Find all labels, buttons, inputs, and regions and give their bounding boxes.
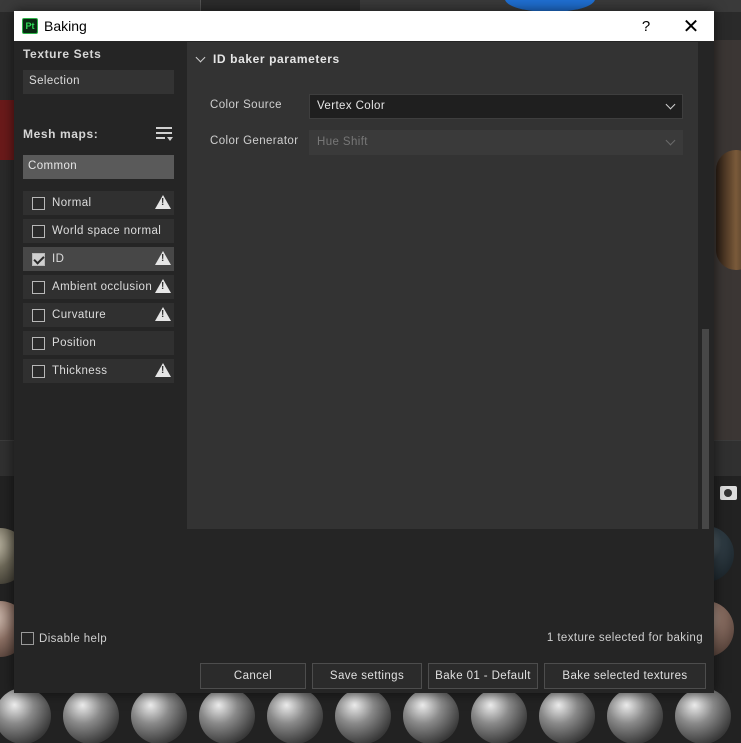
material-sphere[interactable] [471, 688, 527, 743]
mesh-map-label: Thickness [52, 365, 108, 377]
material-sphere[interactable] [675, 688, 731, 743]
help-button[interactable]: ? [624, 11, 668, 41]
warning-icon [155, 307, 171, 321]
baking-dialog: Pt Baking ? ✕ Texture Sets Selection Mes… [14, 11, 714, 693]
warning-icon [155, 363, 171, 377]
chevron-down-icon [665, 135, 676, 146]
mesh-map-position[interactable]: Position [23, 331, 174, 355]
mesh-map-curvature[interactable]: Curvature [23, 303, 174, 327]
save-settings-button[interactable]: Save settings [312, 663, 422, 689]
app-background: Pt Baking ? ✕ Texture Sets Selection Mes… [0, 0, 741, 743]
color-source-label: Color Source [210, 99, 282, 111]
title-bar[interactable]: Pt Baking ? ✕ [14, 11, 714, 41]
id-baker-parameters-header[interactable]: ID baker parameters [195, 52, 340, 66]
ambient-occlusion-checkbox[interactable] [32, 280, 45, 294]
bake-selected-textures-button[interactable]: Bake selected textures [544, 663, 706, 689]
warning-icon [155, 251, 171, 265]
material-sphere[interactable] [199, 688, 255, 743]
close-icon[interactable]: ✕ [669, 11, 713, 41]
color-generator-select: Hue Shift [309, 130, 683, 155]
window-title: Baking [44, 18, 87, 34]
warning-icon [155, 195, 171, 209]
id-checkbox[interactable] [32, 252, 45, 266]
color-source-select[interactable]: Vertex Color [309, 94, 683, 119]
bake-default-button[interactable]: Bake 01 - Default [428, 663, 538, 689]
mesh-map-normal[interactable]: Normal [23, 191, 174, 215]
mesh-map-label: Normal [52, 197, 92, 209]
mesh-map-thickness[interactable]: Thickness [23, 359, 174, 383]
parameters-title: ID baker parameters [213, 52, 340, 66]
world-space-normal-checkbox[interactable] [32, 224, 45, 238]
warning-icon [155, 279, 171, 293]
material-sphere[interactable] [607, 688, 663, 743]
mesh-map-ambient-occlusion[interactable]: Ambient occlusion [23, 275, 174, 299]
chevron-down-icon [195, 52, 206, 63]
thickness-checkbox[interactable] [32, 364, 45, 378]
disable-help-label: Disable help [39, 632, 108, 645]
chevron-down-icon [665, 99, 676, 110]
mesh-map-world-space-normal[interactable]: World space normal [23, 219, 174, 243]
color-source-value: Vertex Color [317, 100, 386, 112]
material-sphere[interactable] [335, 688, 391, 743]
mesh-maps-title: Mesh maps: [23, 127, 99, 141]
mesh-map-id[interactable]: ID [23, 247, 174, 271]
texture-set-selection[interactable]: Selection [23, 70, 174, 94]
baker-parameters-panel: ID baker parameters Color Source Vertex … [187, 42, 698, 529]
mesh-map-label: Position [52, 337, 97, 349]
position-checkbox[interactable] [32, 336, 45, 350]
material-sphere[interactable] [131, 688, 187, 743]
color-generator-value: Hue Shift [317, 136, 368, 148]
cancel-button[interactable]: Cancel [200, 663, 306, 689]
viewport-edge [0, 100, 14, 160]
normal-checkbox[interactable] [32, 196, 45, 210]
mesh-map-label: Ambient occlusion [52, 281, 153, 293]
app-icon: Pt [22, 18, 38, 34]
mesh-map-label: ID [52, 253, 65, 265]
material-sphere[interactable] [0, 688, 51, 743]
material-sphere[interactable] [539, 688, 595, 743]
material-sphere[interactable] [63, 688, 119, 743]
material-sphere[interactable] [403, 688, 459, 743]
mesh-map-group-common[interactable]: Common [23, 155, 174, 179]
material-sphere[interactable] [267, 688, 323, 743]
mesh-map-label: Curvature [52, 309, 107, 321]
bake-status-text: 1 texture selected for baking [546, 632, 703, 644]
scrollbar[interactable] [702, 329, 709, 529]
disable-help-checkbox[interactable] [21, 632, 34, 645]
disable-help-toggle[interactable]: Disable help [21, 632, 107, 645]
camera-icon[interactable] [720, 486, 737, 500]
curvature-checkbox[interactable] [32, 308, 45, 322]
texture-sets-title: Texture Sets [23, 47, 102, 61]
viewport-right [714, 40, 741, 440]
color-generator-label: Color Generator [210, 135, 299, 147]
mesh-map-label: World space normal [52, 225, 162, 237]
list-menu-icon[interactable] [156, 126, 174, 144]
